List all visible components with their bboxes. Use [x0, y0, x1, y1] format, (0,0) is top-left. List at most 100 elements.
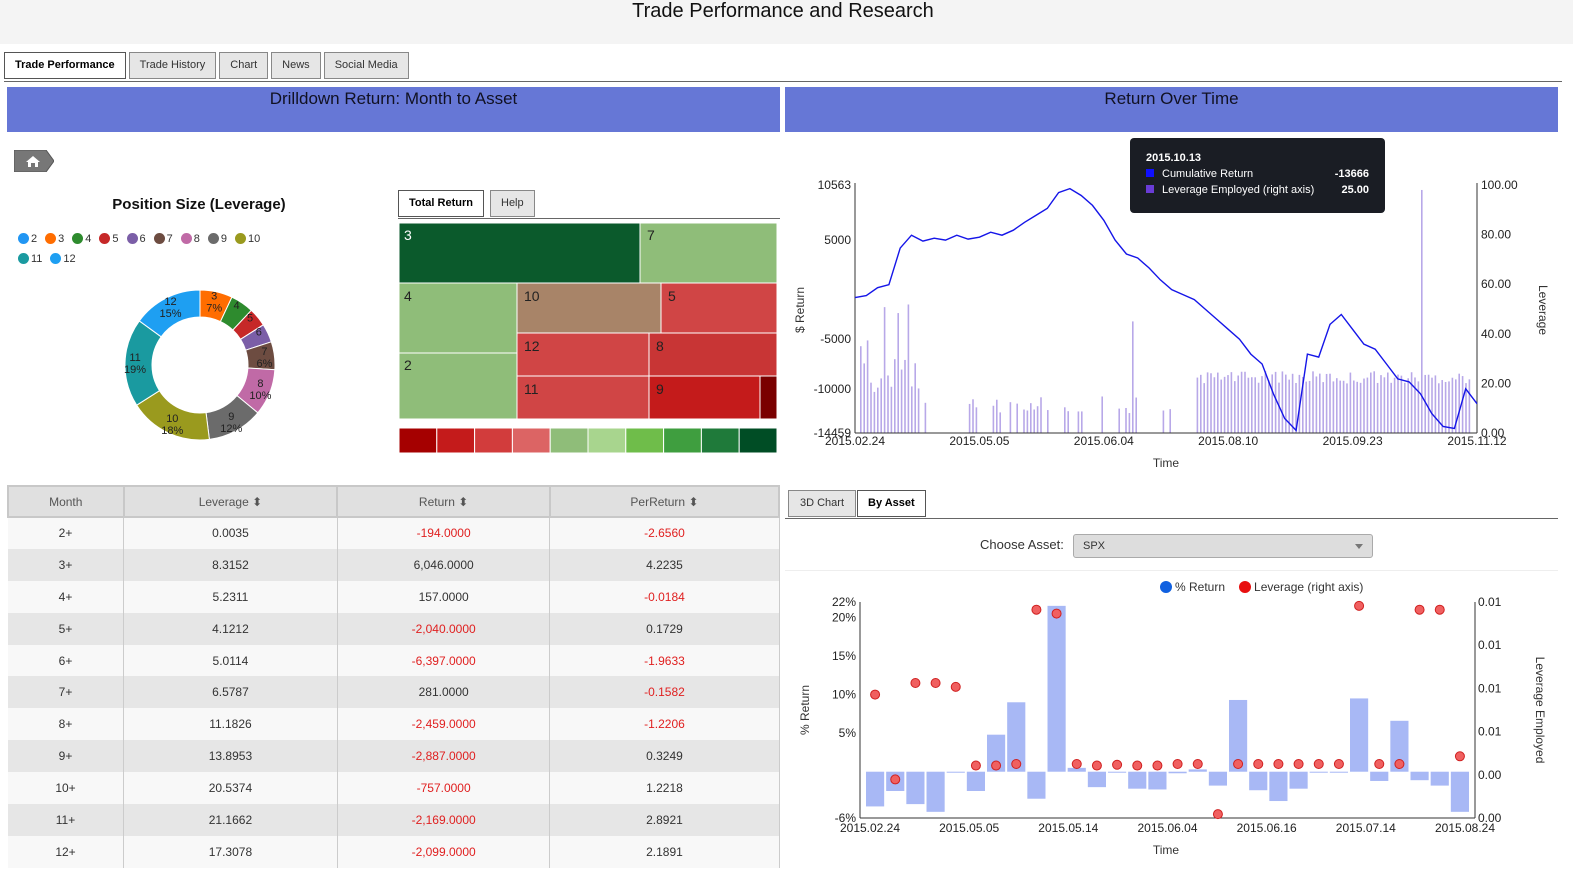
treemap-cell[interactable]	[398, 282, 518, 354]
leverage-dot[interactable]	[1212, 809, 1223, 820]
treemap-cell[interactable]	[660, 282, 778, 334]
return-bar[interactable]	[1188, 769, 1207, 772]
table-row[interactable]: 2+ 0.0035 -194.0000 -2.6560	[8, 517, 780, 549]
return-bar[interactable]	[926, 771, 945, 812]
return-bar[interactable]	[1148, 771, 1167, 790]
return-bar[interactable]	[866, 771, 885, 807]
leverage-dot[interactable]	[910, 678, 921, 688]
leverage-dot[interactable]	[1011, 759, 1022, 769]
return-bar[interactable]	[1249, 771, 1268, 791]
pie-legend-item[interactable]: 10	[235, 229, 260, 249]
table-row[interactable]: 8+ 11.1826 -2,459.0000 -1.2206	[8, 708, 780, 741]
leverage-dot[interactable]	[1374, 759, 1385, 769]
table-row[interactable]: 9+ 13.8953 -2,887.0000 0.3249	[8, 740, 780, 773]
pie-legend-item[interactable]: 2	[18, 229, 37, 249]
return-bar[interactable]	[1168, 771, 1187, 774]
treemap-cell[interactable]	[759, 375, 778, 420]
treemap-cell[interactable]	[639, 222, 778, 284]
return-bar[interactable]	[946, 771, 965, 773]
col-header-return[interactable]: Return ⬍	[336, 485, 551, 518]
table-row[interactable]: 6+ 5.0114 -6,397.0000 -1.9633	[8, 644, 780, 677]
col-header-perreturn[interactable]: PerReturn ⬍	[548, 485, 781, 518]
leverage-dot[interactable]	[950, 681, 961, 692]
pie-legend-item[interactable]: 7	[153, 229, 173, 249]
leverage-dot[interactable]	[1253, 759, 1264, 769]
leverage-dot[interactable]	[1313, 759, 1324, 769]
leverage-dot[interactable]	[1192, 759, 1203, 769]
table-row[interactable]: 7+ 6.5787 281.0000 -0.1582	[8, 676, 780, 709]
return-bar[interactable]	[1309, 771, 1328, 773]
pie-legend-item[interactable]: 8	[180, 229, 200, 249]
tab-social-media[interactable]: Social Media	[323, 52, 409, 79]
leverage-dot[interactable]	[1333, 759, 1344, 769]
leverage-dot[interactable]	[991, 760, 1002, 771]
leverage-dot[interactable]	[1273, 759, 1284, 769]
leverage-dot[interactable]	[1172, 759, 1183, 769]
return-bar[interactable]	[1108, 771, 1127, 773]
pie-legend-item[interactable]: 12	[50, 249, 76, 269]
leverage-dot[interactable]	[1071, 759, 1082, 769]
return-bar[interactable]	[906, 771, 925, 805]
pie-legend-item[interactable]: 9	[207, 229, 227, 249]
leverage-dot[interactable]	[1454, 751, 1465, 762]
leverage-dot[interactable]	[890, 774, 901, 785]
return-bar[interactable]	[1430, 771, 1449, 786]
treemap-cell[interactable]	[648, 332, 778, 377]
leverage-dot[interactable]	[930, 678, 941, 688]
treemap-cell[interactable]	[398, 352, 518, 420]
tab-help[interactable]: Help	[490, 190, 535, 217]
col-header-month[interactable]: Month	[7, 485, 125, 518]
leverage-dot[interactable]	[1112, 759, 1123, 770]
return-bar[interactable]	[1087, 771, 1106, 788]
table-row[interactable]: 11+ 21.1662 -2,169.0000 2.8921	[8, 804, 780, 836]
home-breadcrumb-button[interactable]	[14, 150, 54, 172]
tab-news[interactable]: News	[271, 52, 321, 79]
leverage-dot[interactable]	[1031, 604, 1042, 615]
leverage-dot[interactable]	[1051, 608, 1062, 619]
leverage-dot[interactable]	[1152, 760, 1163, 771]
treemap-cell[interactable]	[398, 222, 641, 284]
col-header-leverage[interactable]: Leverage ⬍	[122, 485, 339, 518]
leverage-dot[interactable]	[1354, 600, 1365, 611]
return-bar[interactable]	[1269, 771, 1288, 802]
leverage-dot[interactable]	[1293, 759, 1304, 769]
table-row[interactable]: 3+ 8.3152 6,046.0000 4.2235	[8, 548, 780, 581]
leverage-dot[interactable]	[870, 689, 881, 700]
leverage-dot[interactable]	[1414, 604, 1425, 615]
asset-select[interactable]: SPX	[1073, 534, 1373, 558]
table-row[interactable]: 12+ 17.3078 -2,099.0000 2.1891	[8, 835, 780, 868]
tab-total-return[interactable]: Total Return	[398, 190, 484, 217]
tab-chart[interactable]: Chart	[219, 52, 269, 79]
pie-legend-item[interactable]: 11	[18, 249, 42, 269]
tab-trade-history[interactable]: Trade History	[128, 52, 217, 79]
return-bar[interactable]	[1370, 771, 1389, 781]
leverage-dot[interactable]	[1434, 604, 1445, 615]
pie-legend-item[interactable]: 5	[99, 229, 119, 249]
pie-legend-item[interactable]: 4	[72, 229, 91, 249]
pie-legend-item[interactable]: 3	[45, 229, 64, 249]
table-row[interactable]: 4+ 5.2311 157.0000 -0.0184	[8, 580, 780, 613]
return-bar[interactable]	[1350, 698, 1369, 772]
return-bar[interactable]	[1410, 771, 1429, 781]
treemap-cell[interactable]	[648, 375, 761, 420]
return-bar[interactable]	[1329, 771, 1348, 773]
leverage-dot[interactable]	[1132, 760, 1143, 771]
return-bar[interactable]	[1450, 771, 1469, 812]
tab-by-asset[interactable]: By Asset	[857, 490, 926, 517]
pie-legend-item[interactable]: 6	[126, 229, 146, 249]
tab-trade-performance[interactable]: Trade Performance	[4, 52, 126, 79]
return-bar[interactable]	[1289, 771, 1308, 789]
leverage-dot[interactable]	[1091, 760, 1102, 771]
return-bar[interactable]	[1047, 605, 1066, 772]
legend-dot-icon	[99, 233, 111, 244]
return-bar[interactable]	[1027, 771, 1046, 799]
leverage-dot[interactable]	[1233, 759, 1244, 769]
leverage-dot[interactable]	[970, 760, 981, 771]
table-row[interactable]: 5+ 4.1212 -2,040.0000 0.1729	[8, 612, 780, 645]
return-bar[interactable]	[1128, 771, 1147, 789]
leverage-dot[interactable]	[1394, 759, 1405, 769]
return-bar[interactable]	[1208, 771, 1227, 786]
tab-3d-chart[interactable]: 3D Chart	[788, 490, 857, 517]
return-bar[interactable]	[966, 771, 985, 791]
table-row[interactable]: 10+ 20.5374 -757.0000 1.2218	[8, 772, 780, 805]
